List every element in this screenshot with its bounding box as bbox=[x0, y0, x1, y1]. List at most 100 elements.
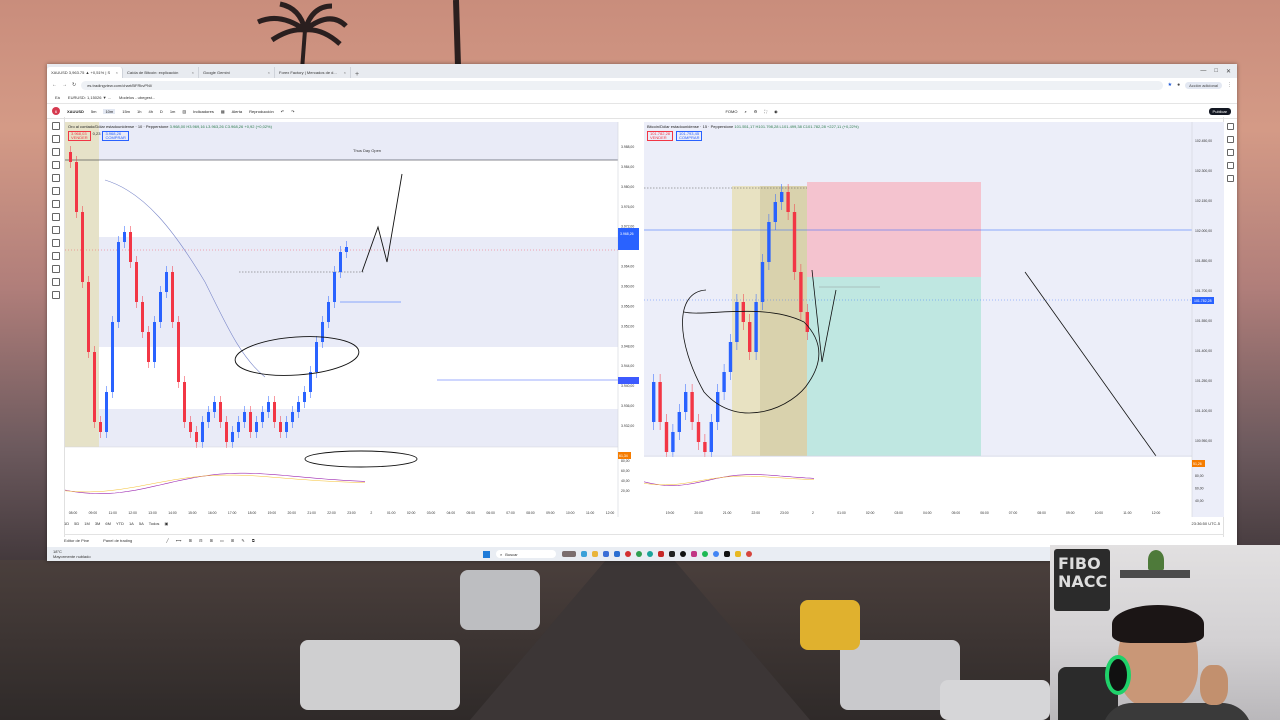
tradingview-icon[interactable] bbox=[724, 551, 730, 557]
copilot-icon[interactable] bbox=[581, 551, 587, 557]
search-icon[interactable]: ⌕ bbox=[744, 109, 746, 114]
profile-icon[interactable]: ● bbox=[1177, 82, 1180, 88]
edge-icon[interactable] bbox=[647, 551, 653, 557]
star-icon[interactable]: ★ bbox=[1168, 82, 1172, 88]
fullscreen-icon[interactable]: ⛶ bbox=[764, 109, 767, 114]
menu-icon[interactable]: ⋮ bbox=[1227, 82, 1232, 88]
alerts-icon[interactable] bbox=[1227, 136, 1234, 143]
maximize-icon[interactable]: □ bbox=[1214, 68, 1218, 74]
sell-button[interactable]: 101.782,28 VENDER bbox=[647, 131, 674, 141]
replay-button[interactable]: Reproducción bbox=[249, 109, 274, 114]
tab-gemini[interactable]: Google Gemini × bbox=[199, 67, 275, 78]
interval-15m[interactable]: 15m bbox=[122, 109, 130, 114]
calendar-icon[interactable]: ▣ bbox=[164, 521, 168, 526]
watchlist-icon[interactable] bbox=[1227, 123, 1234, 130]
windows-start-icon[interactable] bbox=[483, 550, 490, 558]
trash-icon[interactable] bbox=[51, 291, 60, 299]
url-input[interactable]: es.tradingview.com/chart/BFRkvPNI/ bbox=[81, 80, 1163, 90]
publish-button[interactable]: Publicar bbox=[1208, 107, 1231, 115]
mail-icon[interactable] bbox=[614, 551, 620, 557]
buy-button[interactable]: 3.968,26 COMPRAR bbox=[102, 131, 129, 141]
tab-forex-factory[interactable]: Forex Factory | Mercados de d... × bbox=[275, 67, 351, 78]
crosshair-icon[interactable] bbox=[51, 122, 60, 130]
pine-editor-tab[interactable]: Editor de Pine bbox=[64, 538, 89, 543]
pattern-icon[interactable] bbox=[51, 161, 60, 169]
pinterest-icon[interactable] bbox=[625, 551, 631, 557]
close-window-icon[interactable]: ✕ bbox=[1226, 68, 1231, 75]
range-5d[interactable]: 5D bbox=[74, 521, 79, 526]
tab-xauusd[interactable]: XAUUSD 3,963.75 ▲ +0,51% | S × bbox=[47, 67, 123, 78]
buy-button[interactable]: 101.793,45 COMPRAR bbox=[676, 131, 703, 141]
symbol-search[interactable]: XAUUSD bbox=[67, 109, 84, 114]
chart-btcusd[interactable]: 102.450,00 102.300,00 102.150,00 102.000,00… bbox=[644, 122, 1224, 517]
chart-xauusd[interactable]: 3.988,00 3.984,00 3.980,00 3.976,00 3.972,00… bbox=[65, 122, 642, 517]
account-button[interactable]: Acción adicional bbox=[1185, 81, 1222, 89]
capcut-icon[interactable] bbox=[669, 551, 675, 557]
fib-icon[interactable] bbox=[51, 148, 60, 156]
bookmark-item[interactable]: Modelos - ubegest... bbox=[119, 95, 155, 100]
clock[interactable]: 23:36:50 UTC-5 bbox=[1192, 521, 1220, 526]
layout-name[interactable]: FOMO bbox=[725, 109, 737, 114]
weather-widget[interactable]: 18°C Mayormente nublado bbox=[53, 549, 91, 559]
text-icon[interactable] bbox=[51, 200, 60, 208]
range-3m[interactable]: 3M bbox=[95, 521, 101, 526]
chrome-icon[interactable] bbox=[636, 551, 642, 557]
tiktok-icon[interactable] bbox=[680, 551, 686, 557]
lock-icon[interactable] bbox=[51, 265, 60, 273]
chart-btcusd-canvas[interactable]: 102.450,00 102.300,00 102.150,00 102.000,00… bbox=[644, 122, 1224, 517]
interval-d[interactable]: D bbox=[160, 109, 163, 114]
minimize-icon[interactable]: — bbox=[1200, 68, 1206, 74]
close-icon[interactable]: × bbox=[344, 70, 346, 75]
indicators-button[interactable]: Indicadores bbox=[193, 109, 214, 114]
candles-icon[interactable]: ▥ bbox=[182, 109, 186, 114]
forward-icon[interactable]: → bbox=[62, 82, 67, 88]
magnet-icon[interactable] bbox=[51, 252, 60, 260]
interval-4h[interactable]: 4h bbox=[148, 109, 152, 114]
range-ytd[interactable]: YTD bbox=[116, 521, 124, 526]
chrome-icon-2[interactable] bbox=[713, 551, 719, 557]
trendline-icon[interactable] bbox=[51, 135, 60, 143]
sell-button[interactable]: 3.968,03 VENDER bbox=[68, 131, 91, 141]
range-all[interactable]: Todos bbox=[149, 521, 160, 526]
templates-icon[interactable]: ▦ bbox=[221, 109, 225, 114]
alert-button[interactable]: Alerta bbox=[232, 109, 242, 114]
settings-icon[interactable]: ⚙ bbox=[754, 109, 758, 114]
news-icon[interactable] bbox=[1227, 162, 1234, 169]
browser-icon[interactable] bbox=[746, 551, 752, 557]
close-icon[interactable]: × bbox=[192, 70, 194, 75]
close-icon[interactable]: × bbox=[268, 70, 270, 75]
snapshot-icon[interactable]: ◉ bbox=[774, 109, 778, 114]
tradingview-logo[interactable]: 6 bbox=[52, 107, 60, 115]
spotify-icon[interactable] bbox=[702, 551, 708, 557]
reload-icon[interactable]: ↻ bbox=[72, 82, 76, 88]
trading-panel-tab[interactable]: Panel de trading bbox=[103, 538, 132, 543]
eye-icon[interactable] bbox=[51, 278, 60, 286]
undo-icon[interactable]: ↶ bbox=[281, 109, 284, 114]
range-1d[interactable]: 1D bbox=[64, 521, 69, 526]
chart-xauusd-canvas[interactable]: 3.988,003.984,003.980,003.976,003.972,00… bbox=[65, 122, 642, 517]
range-1m[interactable]: 1M bbox=[84, 521, 90, 526]
explorer-icon[interactable] bbox=[592, 551, 598, 557]
brush-icon[interactable] bbox=[51, 187, 60, 195]
widget-icon[interactable] bbox=[562, 551, 576, 557]
interval-5m[interactable]: 5m bbox=[91, 109, 97, 114]
range-1a[interactable]: 1A bbox=[129, 521, 134, 526]
instagram-icon[interactable] bbox=[691, 551, 697, 557]
range-5a[interactable]: 5A bbox=[139, 521, 144, 526]
app-icon[interactable] bbox=[658, 551, 664, 557]
bookmark-item[interactable]: Eá bbox=[55, 95, 60, 100]
range-6m[interactable]: 6M bbox=[105, 521, 111, 526]
back-icon[interactable]: ← bbox=[52, 82, 57, 88]
drawing-toolbar-icons[interactable]: ╱ ⟷ ⊞ ⊟ ⊞ ▭ ⊞ ✎ ⧉ bbox=[166, 538, 257, 543]
close-icon[interactable]: × bbox=[116, 70, 118, 75]
store-icon[interactable] bbox=[603, 551, 609, 557]
notes-icon[interactable] bbox=[735, 551, 741, 557]
tab-bitcoin-news[interactable]: Caída de Bitcoin: explicación × bbox=[123, 67, 199, 78]
interval-1h[interactable]: 1h bbox=[137, 109, 141, 114]
chat-icon[interactable] bbox=[1227, 175, 1234, 182]
measure-icon[interactable] bbox=[51, 226, 60, 234]
taskbar-search[interactable]: ⌕ Buscar bbox=[496, 550, 556, 558]
data-window-icon[interactable] bbox=[1227, 149, 1234, 156]
prediction-icon[interactable] bbox=[51, 174, 60, 182]
redo-icon[interactable]: ↷ bbox=[291, 109, 294, 114]
